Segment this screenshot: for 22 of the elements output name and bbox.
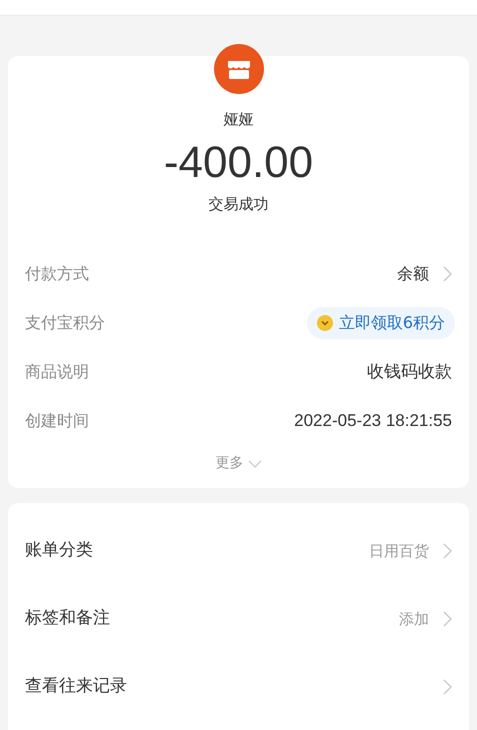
row-value: 日用百货	[369, 540, 429, 562]
field-value: 收钱码收款	[367, 360, 452, 383]
field-label: 付款方式	[25, 262, 89, 284]
menu-row[interactable]: 查看往来记录	[25, 653, 452, 721]
amount: -400.00	[164, 136, 314, 188]
row-value: 添加	[399, 608, 429, 630]
field-label: 支付宝积分	[25, 312, 105, 334]
status-text: 交易成功	[208, 194, 268, 214]
chevron-down-icon	[248, 460, 262, 468]
chevron-right-icon	[443, 611, 452, 627]
field-label: 创建时间	[25, 410, 89, 432]
menu-row[interactable]: 标签和备注 添加	[25, 585, 452, 653]
field-value: 2022-05-23 18:21:55	[294, 410, 452, 432]
menu-row[interactable]: 账单分类 日用百货	[25, 517, 452, 585]
chevron-right-icon	[443, 266, 452, 282]
chevron-right-icon	[443, 543, 452, 559]
chevron-right-icon	[443, 679, 452, 695]
merchant-name: 娅娅	[224, 109, 254, 130]
field-label: 商品说明	[25, 360, 89, 382]
coin-icon	[316, 314, 333, 330]
points-button[interactable]: 立即领取6积分	[306, 306, 455, 338]
field-value[interactable]: 余额	[397, 262, 429, 286]
